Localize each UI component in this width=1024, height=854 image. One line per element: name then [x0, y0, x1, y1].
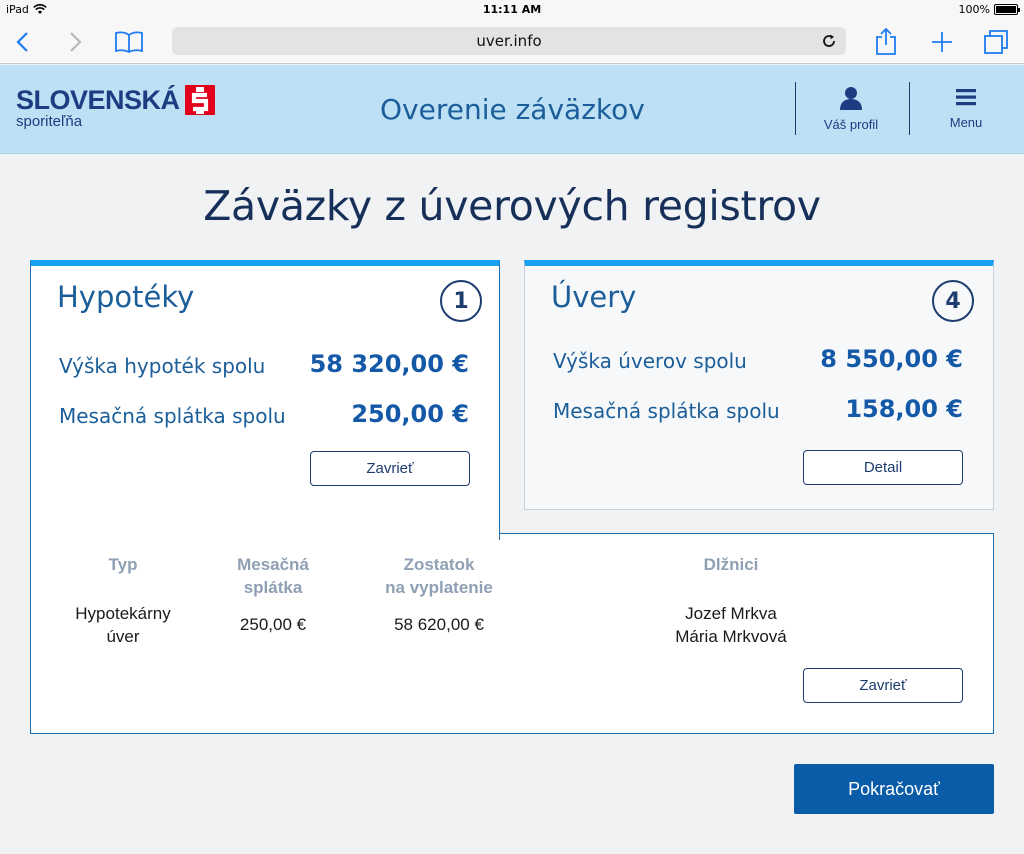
col-header-line: Dlžnici	[703, 555, 759, 574]
logo-text: SLOVENSKÁ	[16, 85, 180, 115]
url-text: uver.info	[476, 32, 542, 50]
col-header-debtors: Dlžnici	[661, 553, 801, 576]
mortgages-monthly-value: 250,00 €	[351, 400, 469, 428]
user-icon	[840, 87, 862, 110]
col-header-line: Mesačná	[237, 555, 309, 574]
cell-line: Jozef Mrkva	[685, 604, 777, 623]
bookmarks-button[interactable]	[113, 26, 145, 58]
header-divider	[909, 82, 910, 135]
site-header: SLOVENSKÁ sporiteľňa Overenie záväzkov V…	[0, 65, 1024, 154]
profile-label: Váš profil	[823, 117, 879, 132]
profile-button[interactable]: Váš profil	[801, 85, 901, 135]
header-divider	[795, 82, 796, 135]
mortgages-close-button[interactable]: Zavrieť	[310, 451, 470, 486]
cell-line: Hypotekárny	[75, 604, 171, 623]
loans-count-badge: 4	[932, 280, 974, 322]
loans-detail-button[interactable]: Detail	[803, 450, 963, 485]
col-header-line: na vyplatenie	[385, 578, 493, 597]
mortgages-title: Hypotéky	[57, 280, 195, 314]
clock: 11:11 AM	[482, 3, 542, 16]
cell-line: Mária Mrkvová	[675, 627, 787, 646]
continue-button[interactable]: Pokračovať	[794, 764, 994, 814]
browser-toolbar: uver.info	[0, 20, 1024, 64]
mortgages-total-label: Výška hypoték spolu	[59, 354, 266, 378]
tabs-icon	[984, 30, 1008, 54]
col-header-type: Typ	[73, 553, 173, 576]
page-title: Záväzky z úverových registrov	[203, 182, 821, 230]
mortgages-monthly-label: Mesačná splátka spolu	[59, 404, 286, 428]
col-header-line: Typ	[108, 555, 138, 574]
battery-icon	[994, 4, 1020, 15]
header-title: Overenie záväzkov	[380, 93, 645, 126]
status-bar: iPad 11:11 AM 100%	[0, 0, 1024, 20]
address-bar[interactable]: uver.info	[172, 27, 846, 55]
chevron-left-icon	[16, 32, 28, 52]
col-header-remaining: Zostatok na vyplatenie	[359, 553, 519, 599]
hamburger-icon	[956, 89, 976, 106]
loans-total-value: 8 550,00 €	[820, 345, 963, 373]
chevron-right-icon	[70, 32, 82, 52]
logo-main: SLOVENSKÁ	[16, 85, 215, 115]
logo-subtitle: sporiteľňa	[16, 113, 83, 130]
cell-type: Hypotekárny úver	[63, 602, 183, 648]
loans-title: Úvery	[551, 280, 637, 314]
forward-button[interactable]	[60, 26, 92, 58]
battery-percent: 100%	[958, 3, 990, 16]
col-header-monthly: Mesačná splátka	[213, 553, 333, 599]
loans-monthly-value: 158,00 €	[845, 395, 963, 423]
mortgages-total-value: 58 320,00 €	[309, 350, 469, 378]
sporitelna-s-icon	[184, 85, 215, 115]
reload-icon[interactable]	[820, 32, 838, 50]
share-button[interactable]	[870, 26, 902, 58]
menu-label: Menu	[949, 115, 983, 130]
col-header-line: Zostatok	[403, 555, 475, 574]
status-right: 100%	[958, 3, 1020, 16]
cell-remaining: 58 620,00 €	[394, 615, 484, 634]
mortgages-card: Hypotéky 1 Výška hypoték spolu 58 320,00…	[30, 260, 500, 540]
cell-debtors: Jozef Mrkva Mária Mrkvová	[646, 602, 816, 648]
detail-close-button[interactable]: Zavrieť	[803, 668, 963, 703]
book-icon	[115, 31, 143, 54]
loans-total-label: Výška úverov spolu	[553, 349, 747, 373]
loans-monthly-label: Mesačná splátka spolu	[553, 399, 780, 423]
cell-line: úver	[106, 627, 140, 646]
loans-card: Úvery 4 Výška úverov spolu 8 550,00 € Me…	[524, 260, 994, 510]
mortgage-detail-panel: Typ Mesačná splátka Zostatok na vyplaten…	[30, 533, 994, 734]
menu-button[interactable]: Menu	[916, 85, 1016, 135]
plus-icon	[932, 32, 952, 52]
cell-monthly: 250,00 €	[239, 615, 307, 634]
col-header-line: splátka	[243, 578, 303, 597]
mortgages-count-badge: 1	[440, 280, 482, 322]
back-button[interactable]	[6, 26, 38, 58]
new-tab-button[interactable]	[926, 26, 958, 58]
tabs-button[interactable]	[980, 26, 1012, 58]
logo[interactable]: SLOVENSKÁ sporiteľňa	[16, 85, 215, 130]
share-icon	[876, 28, 896, 55]
